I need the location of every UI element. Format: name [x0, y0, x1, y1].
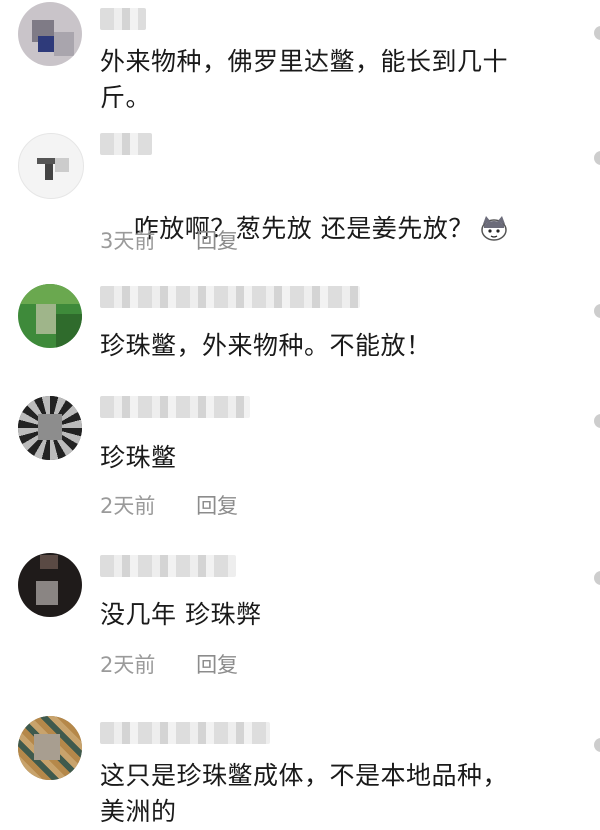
- username-blurred[interactable]: [100, 722, 270, 744]
- timestamp: 2天前: [100, 494, 156, 518]
- avatar[interactable]: [18, 284, 82, 348]
- like-button-partial[interactable]: [594, 571, 600, 585]
- avatar[interactable]: [18, 716, 82, 780]
- avatar[interactable]: [18, 396, 82, 460]
- like-button-partial[interactable]: [594, 304, 600, 318]
- reply-button[interactable]: 回复: [196, 653, 238, 677]
- comment-text: 珍珠鳖，外来物种。不能放！: [100, 331, 432, 360]
- reply-button[interactable]: 回复: [196, 494, 238, 518]
- like-button-partial[interactable]: [594, 414, 600, 428]
- comment-text: 外来物种，佛罗里达鳖，能长到几十 斤。: [100, 47, 509, 112]
- username-blurred[interactable]: [100, 286, 360, 308]
- comment-text: 这只是珍珠鳖成体，不是本地品种， 美洲的: [100, 761, 509, 826]
- comment-meta: 2天前 回复: [100, 490, 238, 520]
- avatar[interactable]: [18, 553, 82, 617]
- avatar[interactable]: [18, 2, 82, 66]
- timestamp: 3天前: [100, 229, 156, 253]
- comment-text: 没几年 珍珠弊: [100, 600, 262, 629]
- username-blurred[interactable]: [100, 133, 152, 155]
- username-blurred[interactable]: [100, 396, 250, 418]
- comment-meta: 2天前 回复: [100, 649, 238, 679]
- avatar[interactable]: [18, 133, 84, 199]
- like-button-partial[interactable]: [594, 151, 600, 165]
- cat-face-icon: [481, 216, 507, 241]
- timestamp: 2天前: [100, 653, 156, 677]
- reply-button[interactable]: 回复: [196, 229, 238, 253]
- username-blurred[interactable]: [100, 555, 236, 577]
- like-button-partial[interactable]: [594, 26, 600, 40]
- comment-text: 珍珠鳖: [100, 443, 177, 472]
- comment-meta: 3天前 回复: [100, 225, 238, 255]
- username-blurred[interactable]: [100, 8, 146, 30]
- like-button-partial[interactable]: [594, 738, 600, 752]
